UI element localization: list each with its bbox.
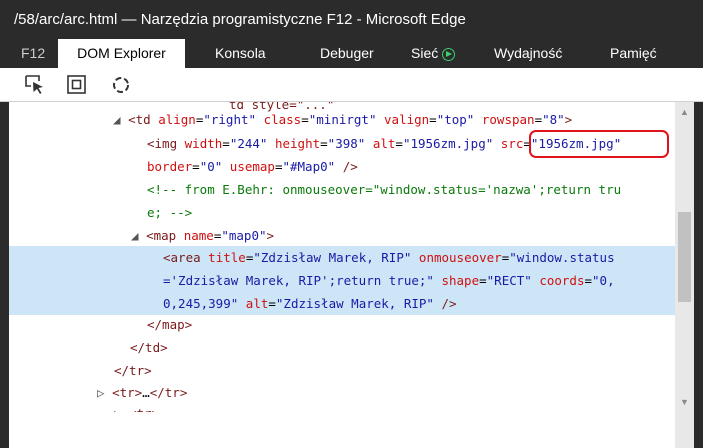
dom-node-line-partial[interactable]: ▷ <tr> [9,402,675,412]
tab-konsola[interactable]: Konsola [215,39,266,68]
dom-attr-value: "1956zm.jpg" [402,136,494,151]
dom-attr-value: "8" [542,112,565,127]
recording-play-icon [442,48,456,61]
window-border [694,102,703,448]
dom-explorer-toolbar [0,68,703,102]
scroll-down-arrow-icon[interactable]: ▼ [675,394,694,410]
dom-attr-value: "map0" [221,228,267,243]
dom-node-area-selected[interactable]: <area title="Zdzisław Marek, RIP" onmous… [9,246,675,269]
dom-attr-value: "Zdzisław Marek, RIP" [253,250,412,265]
dom-attr-name: valign [384,112,430,127]
tab-siec[interactable]: Sieć [411,39,456,68]
dom-attr-name-src: src [500,136,524,151]
dom-tag-name: img [154,136,178,151]
dom-attr-value: "window.status [509,250,615,265]
dom-attr-value: "0, [592,273,615,288]
dom-attr-value: "Zdzisław Marek, RIP" [275,296,434,311]
tab-debuger[interactable]: Debuger [320,39,374,68]
dom-node-map-close[interactable]: </map> [9,313,675,336]
dom-tag-name: /tr [121,363,145,378]
dom-tag-name: /td [137,340,161,355]
dom-node-map[interactable]: ◢ <map name="map0"> [9,224,675,247]
dom-node-comment-cont[interactable]: e; --> [9,201,675,224]
scrollbar-thumb[interactable] [678,212,691,302]
dom-node-td[interactable]: ◢ <td align="right" class="minirgt" vali… [9,108,675,131]
dom-attr-name: border [147,159,193,174]
tab-siec-label: Sieć [411,45,439,61]
dom-collapsed-ellipsis: … [142,385,150,400]
tab-pamiec[interactable]: Pamięć [610,39,657,68]
dom-node-img-cont[interactable]: border="0" usemap="#Map0" /> [9,155,675,178]
window-title: /58/arc/arc.html — Narzędzia programisty… [14,11,466,28]
dom-node-area-cont[interactable]: ='Zdzisław Marek, RIP';return true;" sha… [9,269,675,292]
dom-tag-name: area [170,250,201,265]
tab-wydajnosc[interactable]: Wydajność [494,39,562,68]
dom-tag-name: tr [137,406,152,412]
dom-attr-name: width [184,136,223,151]
dom-node-td-close[interactable]: </td> [9,336,675,359]
dom-node-tr-collapsed[interactable]: ▷ <tr>…</tr> [9,381,675,404]
dom-attr-value: "top" [436,112,475,127]
dom-attr-value: "RECT" [486,273,532,288]
dom-attr-value: 0,245,399" [163,296,239,311]
tab-f12: F12 [21,45,46,61]
dom-attr-value: "0" [199,159,223,174]
dom-attr-name: name [183,228,214,243]
dom-attr-name: alt [372,136,396,151]
dom-comment-text: <!-- from E.Behr: onmouseover="window.st… [147,182,622,197]
dom-attr-name: alt [245,296,269,311]
dom-comment-text: e; --> [147,205,193,220]
dom-attr-value: "244" [229,136,268,151]
dom-node-area-cont[interactable]: 0,245,399" alt="Zdzisław Marek, RIP" /> [9,292,675,315]
dom-tag-name: /tr [157,385,180,400]
dom-node-comment[interactable]: <!-- from E.Behr: onmouseover="window.st… [9,178,675,201]
dom-attr-value: "right" [203,112,257,127]
dom-tag-name: td [135,112,151,127]
dom-attr-name: class [263,112,302,127]
collapse-arrow-icon[interactable]: ◢ [9,112,121,127]
dom-attr-value: "#Map0" [282,159,336,174]
dom-attr-name: title [208,250,246,265]
dom-tag-name: /map [154,317,185,332]
dom-attr-value: ='Zdzisław Marek, RIP';return true;" [163,273,434,288]
refresh-icon[interactable] [110,74,132,96]
window-titlebar: /58/arc/arc.html — Narzędzia programisty… [0,0,703,39]
dom-attr-name: rowspan [481,112,535,127]
devtools-tab-bar: F12 DOM Explorer Konsola Debuger Sieć Wy… [0,39,703,68]
dom-attr-name: height [274,136,321,151]
dom-attr-name: usemap [229,159,275,174]
dom-attr-name: onmouseover [418,250,502,265]
dom-attr-name: coords [539,273,585,288]
dom-tag-name: map [153,228,177,243]
dom-attr-value: "398" [327,136,366,151]
collapse-arrow-icon[interactable]: ◢ [9,228,139,243]
scroll-up-arrow-icon[interactable]: ▲ [675,104,694,120]
dom-node-tr-close[interactable]: </tr> [9,359,675,382]
highlight-box-icon[interactable] [66,74,88,96]
vertical-scrollbar[interactable]: ▲ ▼ [675,102,694,448]
src-attribute-highlight [529,130,669,158]
tab-dom-explorer[interactable]: DOM Explorer [58,39,185,68]
expand-arrow-icon[interactable]: ▷ [9,385,105,400]
dom-tag-name: tr [119,385,135,400]
dom-attr-name: align [158,112,196,127]
dom-attr-value: "minirgt" [308,112,377,127]
select-element-icon[interactable] [24,74,46,96]
dom-attr-name: shape [441,273,480,288]
